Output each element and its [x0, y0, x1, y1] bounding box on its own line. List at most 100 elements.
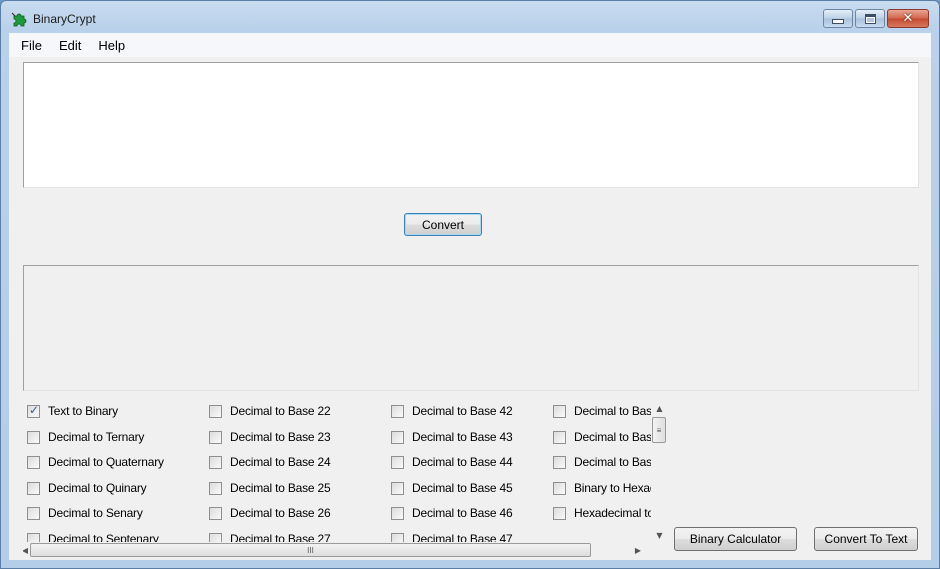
conversion-option[interactable]: Decimal to Base 22: [209, 402, 385, 420]
scroll-right-icon[interactable]: ▶: [630, 542, 646, 557]
option-label: Decimal to Base 47: [412, 532, 513, 542]
conversion-option[interactable]: Decimal to Base 43: [391, 428, 547, 446]
checkbox[interactable]: [209, 404, 222, 418]
option-label: Decimal to Quinary: [48, 481, 147, 495]
conversion-option[interactable]: Decimal to Base 47: [391, 530, 547, 542]
convert-to-text-button[interactable]: Convert To Text: [814, 527, 918, 551]
maximize-button[interactable]: [855, 9, 885, 28]
option-label: Decimal to Base 25: [230, 481, 331, 495]
minimize-button[interactable]: [823, 9, 853, 28]
checkbox[interactable]: [209, 506, 222, 520]
window-title: BinaryCrypt: [33, 12, 96, 26]
conversion-options-panel: Text to Binary Decimal to Ternary Decimal …: [23, 399, 667, 557]
checkbox[interactable]: [209, 455, 222, 469]
option-label: Decimal to Ternary: [48, 430, 145, 444]
client-area: File Edit Help Convert Text to Binary Dec…: [9, 33, 931, 560]
grip-icon: ≡: [656, 425, 662, 435]
option-label: Decimal to Base 44: [412, 455, 513, 469]
conversion-option[interactable]: Hexadecimal to: [553, 504, 651, 522]
checkbox[interactable]: [553, 404, 566, 418]
maximize-icon: [864, 13, 876, 24]
scroll-down-icon[interactable]: ▼: [651, 528, 667, 542]
conversion-option[interactable]: Decimal to Quinary: [27, 479, 203, 497]
input-textbox[interactable]: [23, 62, 919, 188]
conversion-option[interactable]: Decimal to Septenary: [27, 530, 203, 542]
option-label: Decimal to Base 46: [412, 506, 513, 520]
horizontal-scrollbar[interactable]: ◀ III ▶: [23, 542, 651, 557]
conversion-option[interactable]: Decimal to Base 26: [209, 504, 385, 522]
horizontal-scroll-thumb[interactable]: III: [30, 543, 591, 557]
conversion-option[interactable]: Decimal to Base 44: [391, 453, 547, 471]
checkbox[interactable]: [209, 481, 222, 495]
checkbox[interactable]: [27, 481, 40, 495]
app-window: BinaryCrypt ✕ File Edit Help Convert Tex…: [0, 0, 940, 569]
option-label: Decimal to Base 23: [230, 430, 331, 444]
conversion-option[interactable]: Decimal to Base 25: [209, 479, 385, 497]
checkbox[interactable]: [27, 455, 40, 469]
checkbox[interactable]: [209, 532, 222, 542]
conversion-option[interactable]: Binary to Hexad: [553, 479, 651, 497]
menu-bar: File Edit Help: [9, 33, 931, 57]
checkbox[interactable]: [553, 506, 566, 520]
close-button[interactable]: ✕: [887, 9, 929, 28]
checkbox[interactable]: [27, 532, 40, 542]
option-label: Text to Binary: [48, 404, 118, 418]
convert-button[interactable]: Convert: [404, 213, 482, 236]
conversion-option[interactable]: Decimal to Base 46: [391, 504, 547, 522]
checkbox[interactable]: [391, 455, 404, 469]
option-label: Hexadecimal to: [574, 506, 651, 520]
conversion-option[interactable]: Decimal to Quaternary: [27, 453, 203, 471]
option-label: Decimal to Bas: [574, 430, 651, 444]
option-label: Decimal to Bas: [574, 404, 651, 418]
checkbox-checked[interactable]: [27, 403, 40, 418]
grip-icon: III: [307, 545, 314, 555]
vertical-scrollbar[interactable]: ▲ ≡ ▼: [651, 401, 667, 542]
checkbox[interactable]: [553, 481, 566, 495]
conversion-option[interactable]: Decimal to Base 27: [209, 530, 385, 542]
option-label: Decimal to Bas: [574, 455, 651, 469]
puzzle-piece-icon: [11, 12, 27, 27]
checkbox[interactable]: [553, 455, 566, 469]
output-textbox[interactable]: [23, 265, 919, 391]
conversion-option[interactable]: Decimal to Ternary: [27, 428, 203, 446]
minimize-icon: [832, 18, 844, 24]
option-label: Decimal to Base 26: [230, 506, 331, 520]
option-label: Decimal to Base 42: [412, 404, 513, 418]
conversion-option[interactable]: Text to Binary: [27, 402, 203, 420]
menu-file[interactable]: File: [13, 38, 50, 53]
conversion-option[interactable]: Decimal to Senary: [27, 504, 203, 522]
checkbox[interactable]: [391, 404, 404, 418]
checkbox[interactable]: [27, 506, 40, 520]
option-label: Decimal to Quaternary: [48, 455, 164, 469]
scroll-up-icon[interactable]: ▲: [651, 401, 667, 415]
conversion-option[interactable]: Decimal to Base 45: [391, 479, 547, 497]
checkbox[interactable]: [391, 532, 404, 542]
conversion-option[interactable]: Decimal to Base 24: [209, 453, 385, 471]
binary-calculator-button[interactable]: Binary Calculator: [674, 527, 797, 551]
conversion-option[interactable]: Decimal to Base 23: [209, 428, 385, 446]
checkbox[interactable]: [553, 430, 566, 444]
close-icon: ✕: [902, 11, 914, 26]
conversion-option[interactable]: Decimal to Bas: [553, 453, 651, 471]
vertical-scroll-thumb[interactable]: ≡: [652, 417, 666, 443]
checkbox[interactable]: [391, 506, 404, 520]
option-label: Decimal to Base 24: [230, 455, 331, 469]
checkbox[interactable]: [391, 481, 404, 495]
menu-edit[interactable]: Edit: [51, 38, 89, 53]
option-label: Decimal to Base 45: [412, 481, 513, 495]
conversion-option[interactable]: Decimal to Base 42: [391, 402, 547, 420]
conversion-option[interactable]: Decimal to Bas: [553, 428, 651, 446]
option-label: Binary to Hexad: [574, 481, 651, 495]
checkbox[interactable]: [27, 430, 40, 444]
conversion-option[interactable]: Decimal to Bas: [553, 402, 651, 420]
caption-buttons: ✕: [823, 9, 929, 28]
option-label: Decimal to Senary: [48, 506, 143, 520]
title-bar[interactable]: BinaryCrypt ✕: [1, 1, 939, 33]
option-label: Decimal to Septenary: [48, 532, 159, 542]
checkbox[interactable]: [391, 430, 404, 444]
checkbox[interactable]: [209, 430, 222, 444]
option-label: Decimal to Base 43: [412, 430, 513, 444]
option-label: Decimal to Base 27: [230, 532, 331, 542]
menu-help[interactable]: Help: [90, 38, 133, 53]
option-label: Decimal to Base 22: [230, 404, 331, 418]
